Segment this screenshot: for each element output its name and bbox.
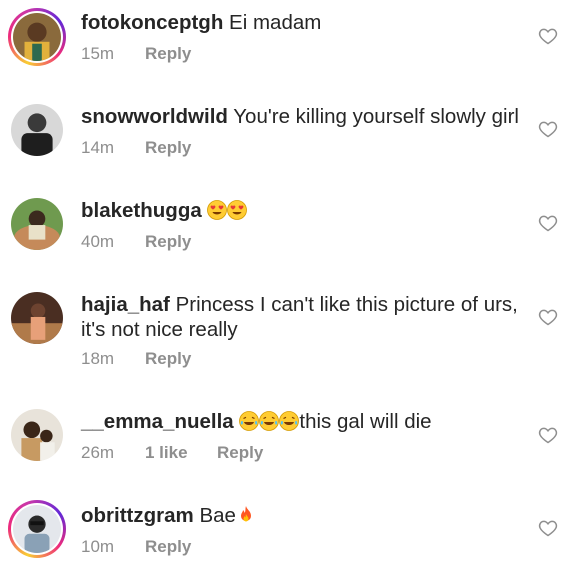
reply-button[interactable]: Reply <box>145 137 191 159</box>
comment-username[interactable]: blakethugga <box>81 199 202 222</box>
comment-text: this gal will die <box>299 410 432 433</box>
heart-icon[interactable] <box>538 518 558 538</box>
heart-icon[interactable] <box>538 213 558 233</box>
comment-text: Bae <box>199 504 236 527</box>
reply-button[interactable]: Reply <box>145 231 191 253</box>
reply-button[interactable]: Reply <box>145 43 191 65</box>
like-count[interactable]: 1 like <box>145 442 217 464</box>
comment-time: 26m <box>81 443 115 462</box>
tears-of-joy-emoji <box>259 411 280 431</box>
comment-username[interactable]: hajia_haf <box>81 293 170 316</box>
comment-time: 14m <box>81 138 115 157</box>
tears-of-joy-emoji <box>279 411 300 431</box>
comment-username[interactable]: snowworldwild <box>81 105 228 128</box>
avatar[interactable] <box>11 409 63 461</box>
tears-of-joy-emoji <box>239 411 260 431</box>
heart-icon[interactable] <box>538 425 558 445</box>
heart-icon[interactable] <box>538 26 558 46</box>
comment-text: Ei madam <box>229 11 322 34</box>
avatar-story-ring[interactable] <box>8 500 66 558</box>
comment-time: 18m <box>81 349 115 368</box>
comment-time: 40m <box>81 232 115 251</box>
comment-text: You're killing yourself slowly girl <box>233 105 519 128</box>
avatar[interactable] <box>11 292 63 344</box>
avatar[interactable] <box>11 198 63 250</box>
reply-button[interactable]: Reply <box>145 348 191 370</box>
reply-button[interactable]: Reply <box>217 442 263 464</box>
heart-icon[interactable] <box>538 119 558 139</box>
heart-eyes-emoji <box>227 200 248 220</box>
avatar <box>13 13 61 61</box>
comment-username[interactable]: fotokonceptgh <box>81 11 223 34</box>
comment-username[interactable]: __emma_nuella <box>81 410 234 433</box>
heart-icon[interactable] <box>538 307 558 327</box>
comment-username[interactable]: obrittzgram <box>81 504 194 527</box>
reply-button[interactable]: Reply <box>145 536 191 558</box>
comment-time: 10m <box>81 537 115 556</box>
avatar[interactable] <box>11 104 63 156</box>
comment-time: 15m <box>81 44 115 63</box>
heart-eyes-emoji <box>207 200 228 220</box>
fire-emoji <box>240 506 251 522</box>
avatar-story-ring[interactable] <box>8 8 66 66</box>
avatar <box>13 505 61 553</box>
